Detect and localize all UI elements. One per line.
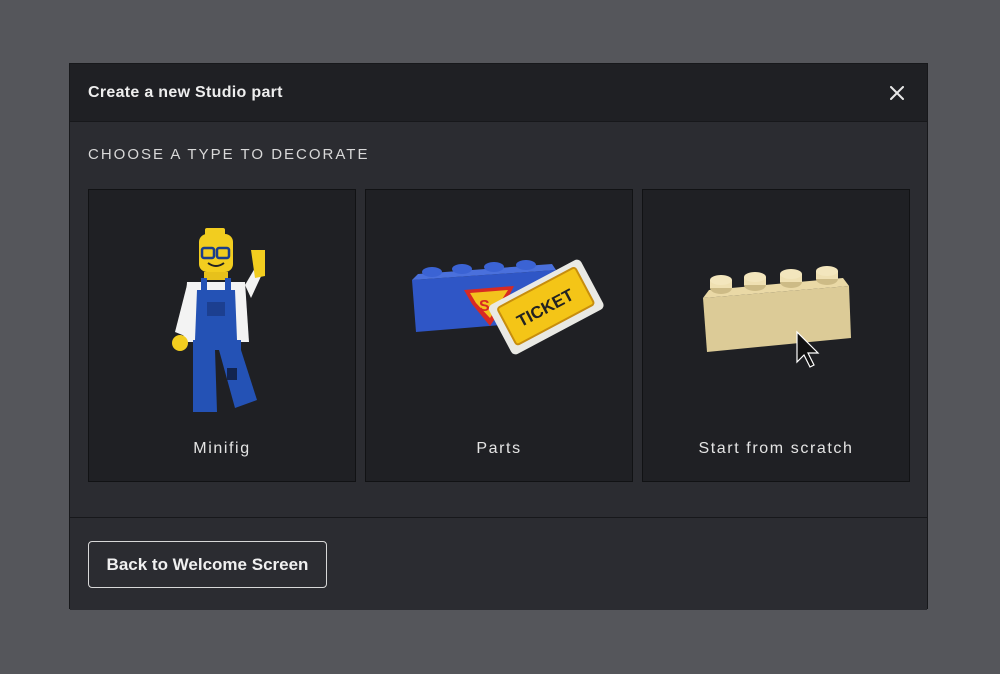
minifig-option-card[interactable]: Minifig: [88, 189, 356, 482]
start-from-scratch-label: Start from scratch: [698, 440, 854, 457]
section-heading: CHOOSE A TYPE TO DECORATE: [88, 146, 370, 163]
svg-text:S: S: [479, 298, 490, 315]
close-button[interactable]: [885, 81, 909, 105]
type-options: Minifig S TICKET Parts Start from scratc…: [88, 189, 911, 482]
parts-label: Parts: [476, 440, 522, 457]
back-to-welcome-button[interactable]: Back to Welcome Screen: [88, 541, 327, 588]
dialog-title: Create a new Studio part: [88, 83, 283, 101]
create-part-dialog: Create a new Studio part CHOOSE A TYPE T…: [69, 63, 928, 610]
dialog-header: Create a new Studio part: [70, 64, 927, 122]
start-from-scratch-card[interactable]: Start from scratch: [642, 189, 910, 482]
dialog-footer: Back to Welcome Screen: [70, 517, 927, 610]
minifig-icon: [172, 228, 265, 412]
minifig-label: Minifig: [193, 440, 251, 457]
parts-option-card[interactable]: S TICKET Parts: [365, 189, 633, 482]
close-icon: [890, 85, 904, 100]
plain-brick-icon: [703, 266, 851, 368]
decorated-parts-icon: S TICKET: [412, 259, 604, 355]
